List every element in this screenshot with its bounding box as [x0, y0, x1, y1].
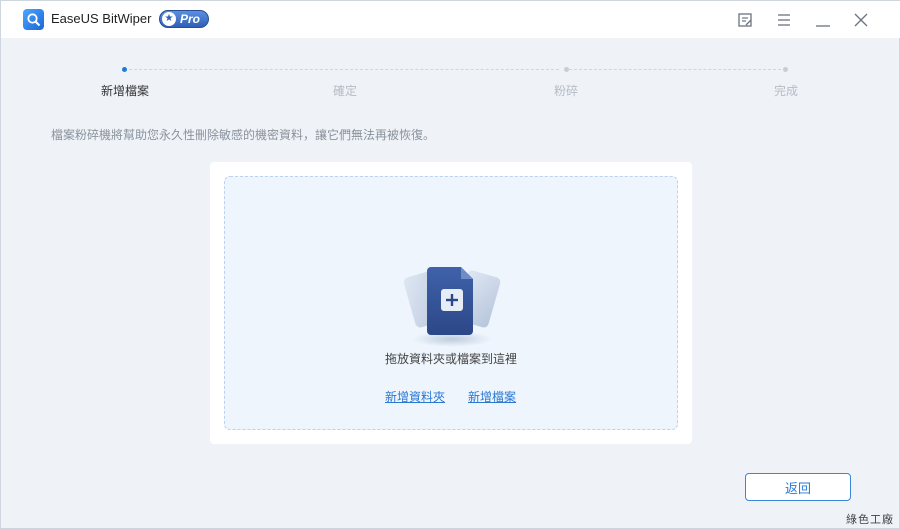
step-connector	[129, 69, 559, 70]
step-label-confirm: 確定	[332, 84, 358, 98]
star-icon: ★	[162, 12, 176, 26]
minimize-icon[interactable]	[814, 11, 832, 29]
title-bar: EaseUS BitWiper ★ Pro	[1, 1, 900, 38]
feedback-icon[interactable]	[736, 11, 754, 29]
progress-stepper: 新增檔案 確定 粉碎 完成	[1, 61, 900, 101]
pro-badge: ★ Pro	[159, 10, 209, 28]
step-label-add-files: 新增檔案	[100, 84, 150, 98]
app-logo-icon	[23, 9, 44, 30]
step-connector	[569, 69, 781, 70]
file-dropzone[interactable]: 拖放資料夾或檔案到這裡 新增資料夾 新增檔案	[224, 176, 678, 430]
step-dot-shred	[564, 67, 569, 72]
pro-badge-label: Pro	[180, 12, 201, 26]
add-file-icon	[401, 259, 503, 349]
app-title: EaseUS BitWiper	[51, 11, 152, 26]
back-button[interactable]: 返回	[745, 473, 851, 501]
description-text: 檔案粉碎機將幫助您永久性刪除敏感的機密資料，讓它們無法再被恢復。	[51, 128, 436, 142]
watermark-text: 綠色工廠	[846, 513, 894, 526]
add-file-link[interactable]: 新增檔案	[468, 388, 516, 405]
dropzone-hint: 拖放資料夾或檔案到這裡	[384, 352, 517, 366]
step-dot-add-files	[122, 67, 127, 72]
close-icon[interactable]	[852, 11, 870, 29]
step-label-shred: 粉碎	[553, 84, 579, 98]
app-window: EaseUS BitWiper ★ Pro 新增檔案 確定 粉碎 完成 檔案粉碎…	[0, 0, 900, 529]
step-label-finish: 完成	[773, 84, 799, 98]
menu-icon[interactable]	[775, 11, 793, 29]
step-dot-finish	[783, 67, 788, 72]
add-folder-link[interactable]: 新增資料夾	[385, 388, 445, 405]
drop-panel: 拖放資料夾或檔案到這裡 新增資料夾 新增檔案	[210, 162, 692, 444]
